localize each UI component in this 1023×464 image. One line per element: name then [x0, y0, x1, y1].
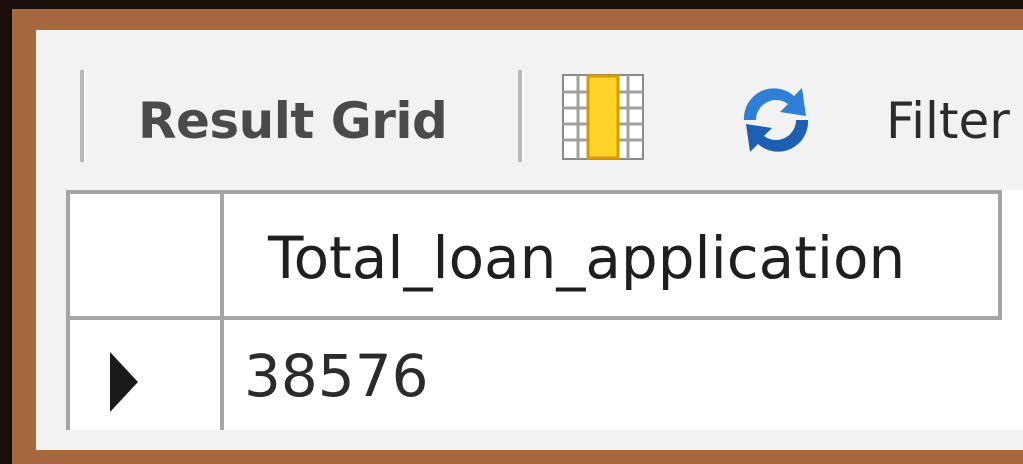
result-panel: Result Grid Filter Total_loan_applicatio… — [36, 30, 1023, 450]
toolbar-separator — [518, 70, 524, 162]
cell-value: 38576 — [244, 342, 429, 410]
row-selector[interactable] — [66, 320, 224, 430]
current-row-arrow-icon — [110, 352, 138, 412]
table-cell[interactable]: 38576 — [224, 320, 1023, 430]
filter-rows-label[interactable]: Filter — [886, 92, 1010, 150]
column-header-label: Total_loan_application — [268, 224, 906, 292]
column-header[interactable]: Total_loan_application — [224, 190, 1002, 320]
result-grid-tab[interactable]: Result Grid — [138, 92, 448, 150]
refresh-icon[interactable] — [736, 82, 816, 158]
grid-corner-cell[interactable] — [66, 190, 224, 320]
toolbar-separator — [80, 70, 86, 162]
column-grid-icon[interactable] — [562, 74, 644, 160]
result-toolbar: Result Grid Filter — [36, 30, 1023, 190]
result-grid-table: Total_loan_application 38576 — [66, 190, 1023, 430]
